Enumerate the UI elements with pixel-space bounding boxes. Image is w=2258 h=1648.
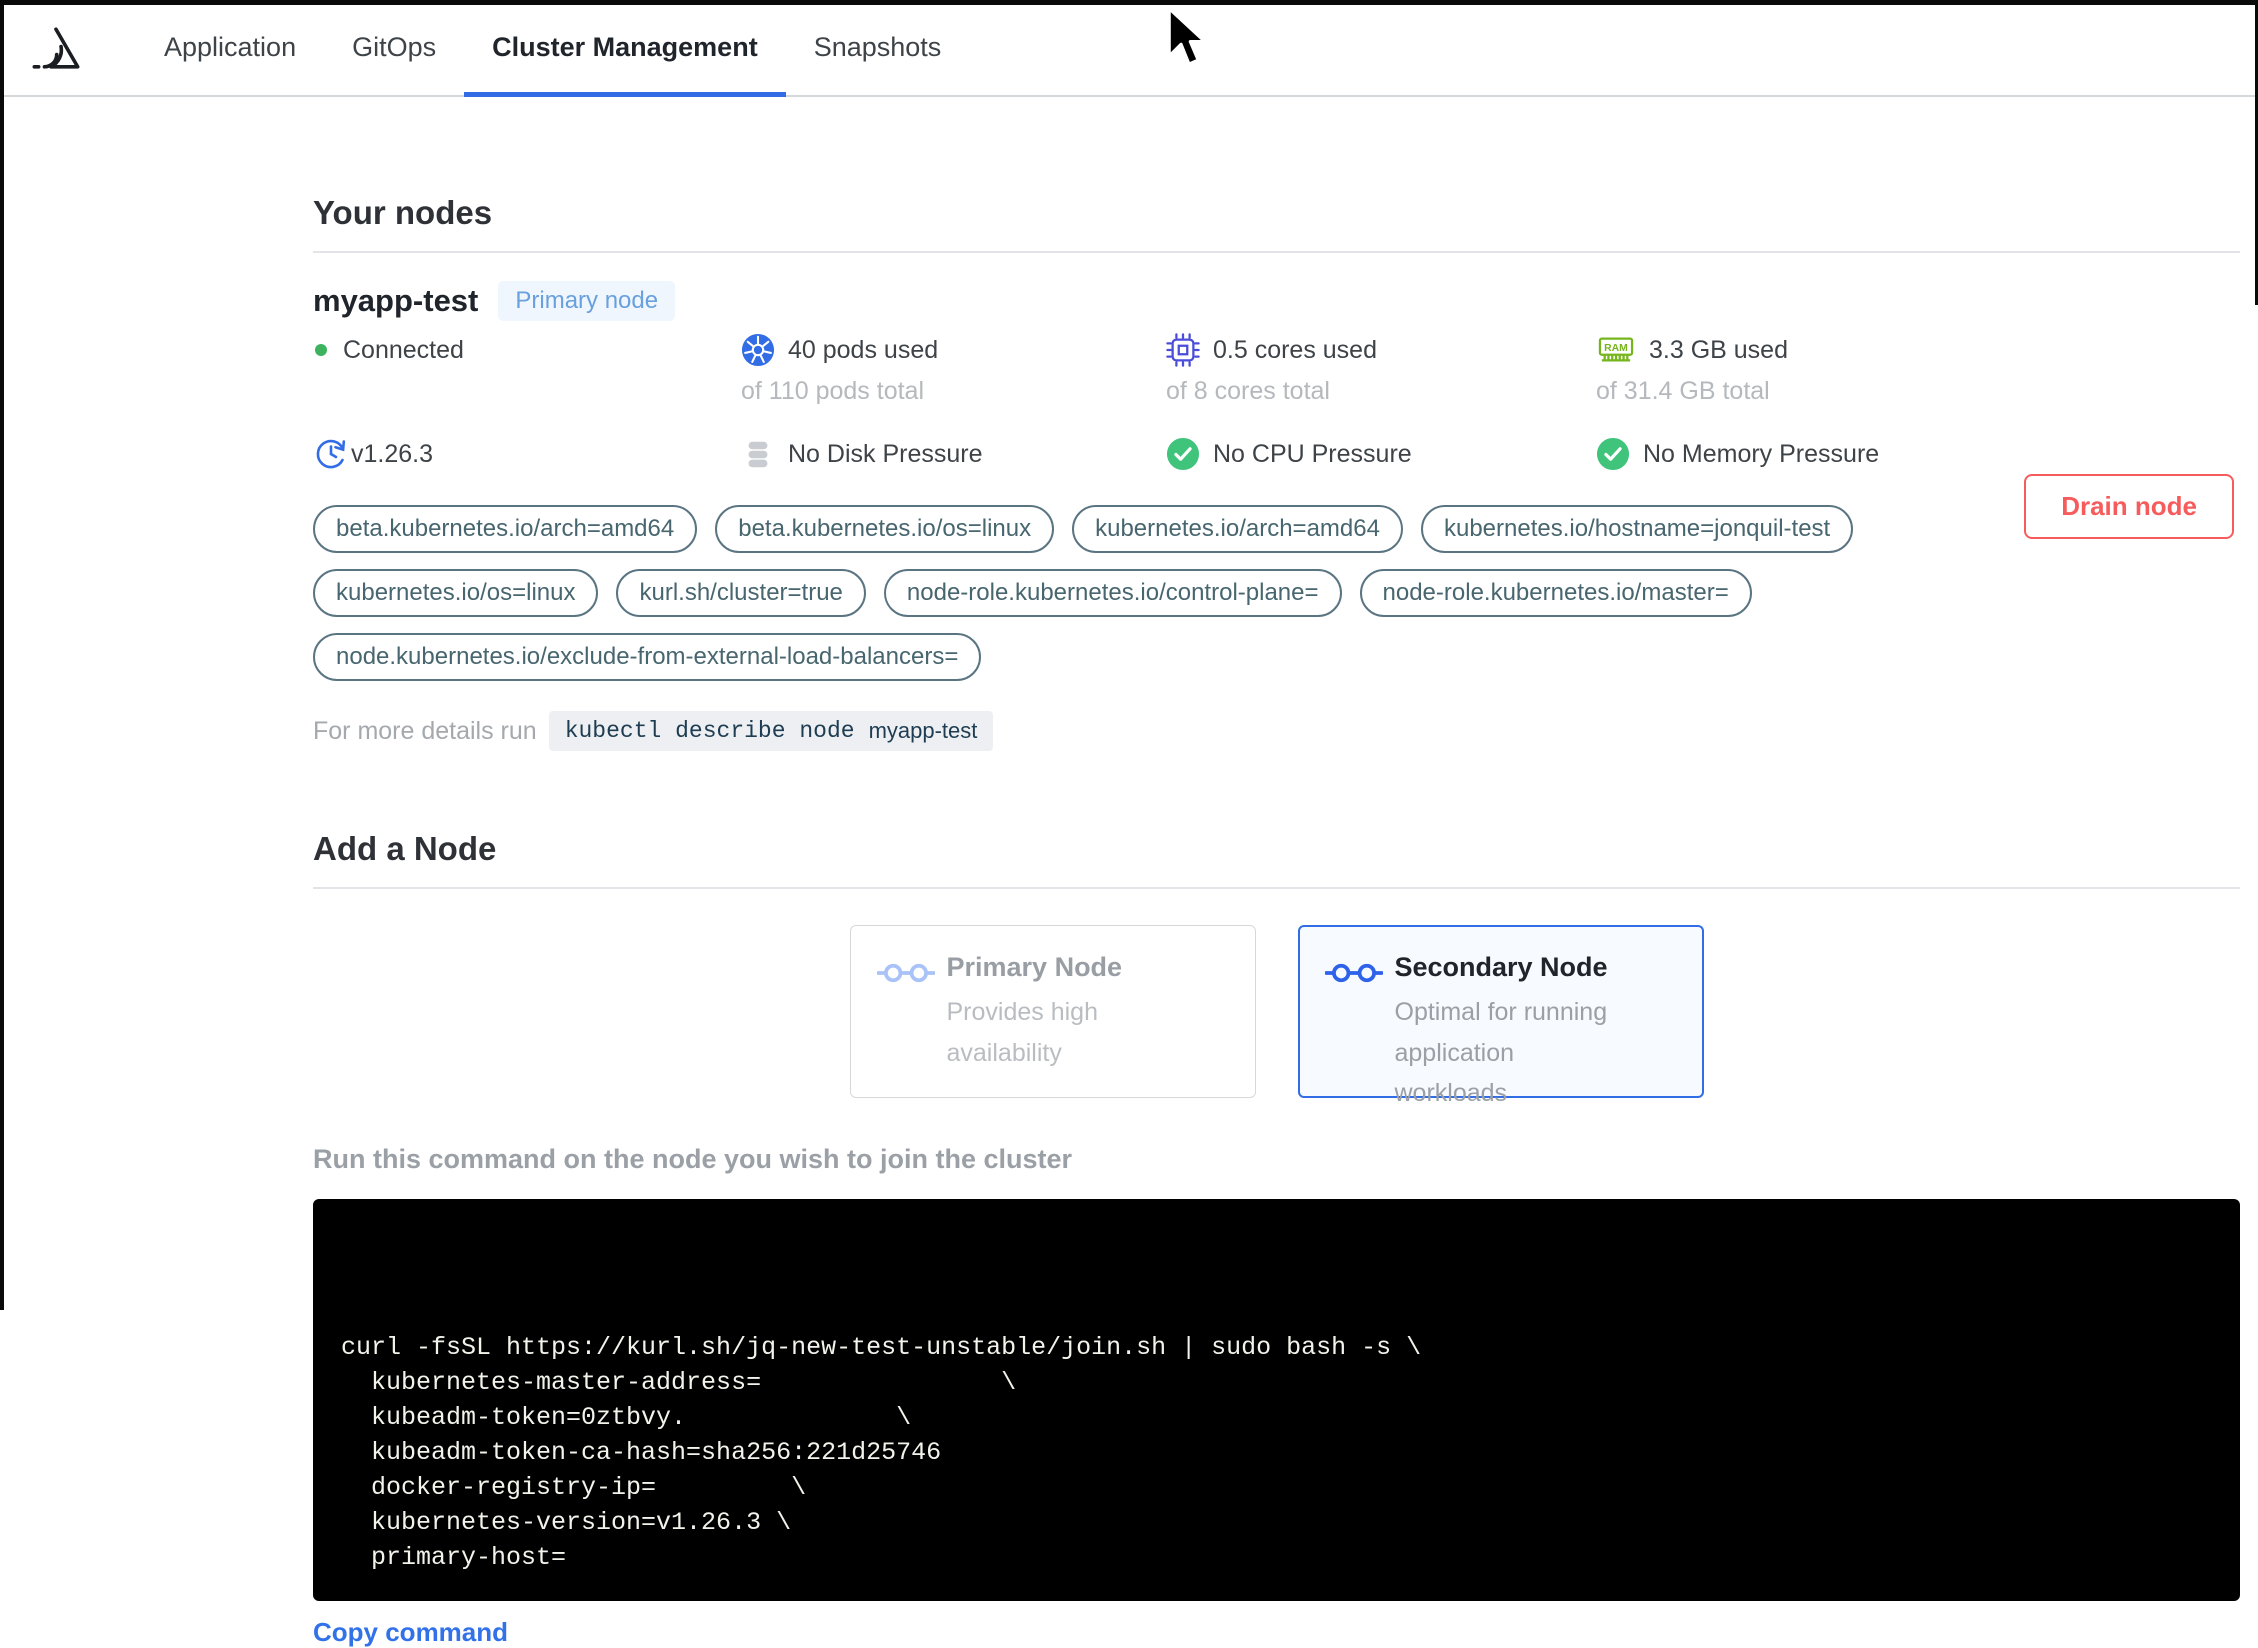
node-label-pill: beta.kubernetes.io/arch=amd64 [313,505,698,553]
cpu-icon [1166,333,1200,367]
node-name: myapp-test [313,283,479,318]
command-line: kubeadm-token-ca-hash=sha256:221d25746 [341,1438,942,1467]
window-edge-left [0,0,4,1310]
kubectl-command: kubectl describe node [564,718,855,744]
pods-total: of 110 pods total [741,376,925,405]
kubectl-node-name: myapp-test [868,718,978,743]
node-type-options: Primary Node Provides high availability … [313,925,2240,1107]
pods-used: 40 pods used [741,329,1166,371]
add-node-title: Add a Node [313,830,497,867]
join-command-block: curl -fsSL https://kurl.sh/jq-new-test-u… [313,1199,2240,1601]
ram-icon: RAM [1598,337,1634,362]
command-line: kubeadm-token=0ztbvy. \ [341,1403,912,1432]
mouse-cursor [1164,6,1214,77]
details-row: For more details run kubectl describe no… [313,709,2240,753]
nav-tab[interactable]: Snapshots [786,0,970,95]
kubectl-command-chip: kubectl describe node myapp-test [548,711,994,751]
cores-used: 0.5 cores used [1166,329,1596,371]
command-line: kubernetes-version=v1.26.3 \ [341,1508,792,1537]
memory-used-label: 3.3 GB used [1649,335,1788,364]
node-glasses-icon [1324,963,1383,983]
copy-command-link[interactable]: Copy command [313,1617,508,1648]
command-line: primary-host= [341,1543,567,1572]
card-title: Secondary Node [1394,952,1608,982]
node-label-pill: node.kubernetes.io/exclude-from-external… [313,633,982,681]
node-card: myapp-test Primary node Connected 40 pod… [313,253,2240,753]
nav-tabs: Application GitOps Cluster Management Snaps… [136,0,970,97]
cpu-pressure-label: No CPU Pressure [1213,439,1412,468]
command-line: curl -fsSL https://kurl.sh/jq-new-test-u… [341,1333,1422,1362]
nav-tab[interactable]: GitOps [324,0,464,95]
svg-text:RAM: RAM [1604,343,1628,354]
kubernetes-icon [741,333,775,367]
version-label: v1.26.3 [351,439,434,468]
card-description: Provides high availability [946,998,1098,1067]
node-label-pill: node-role.kubernetes.io/master= [1359,569,1752,617]
status-dot [315,344,327,356]
nav-tab[interactable]: Cluster Management [464,0,786,97]
node-version: v1.26.3 [313,431,741,477]
window-edge-top [0,0,2258,5]
node-label-pill: node-role.kubernetes.io/control-plane= [883,569,1342,617]
disk-pressure: No Disk Pressure [741,431,1166,477]
card-title: Primary Node [946,952,1123,982]
connected-status: Connected [313,329,741,371]
section-divider [313,887,2240,889]
node-label-pill: beta.kubernetes.io/os=linux [715,505,1055,553]
node-stats-grid: Connected 40 pods used 0.5 cores used RA… [313,329,2240,477]
primary-node-card[interactable]: Primary Node Provides high availability [849,925,1256,1098]
cpu-pressure: No CPU Pressure [1166,431,1596,477]
memory-pressure: No Memory Pressure [1596,431,2240,477]
top-nav: Application GitOps Cluster Management Snaps… [0,0,2258,97]
memory-used: RAM 3.3 GB used [1596,329,2240,371]
connected-label: Connected [343,335,464,364]
your-nodes-title: Your nodes [313,194,493,231]
version-icon [316,439,346,469]
drain-node-button[interactable]: Drain node [2024,474,2234,539]
check-icon [1596,437,1630,471]
command-line: docker-registry-ip= \ [341,1473,807,1502]
pods-used-label: 40 pods used [788,335,939,364]
node-label-pill: kurl.sh/cluster=true [616,569,866,617]
check-icon [1166,437,1200,471]
node-label-pill: kubernetes.io/os=linux [313,569,599,617]
empty-cell [313,371,741,411]
node-glasses-icon [876,963,935,983]
node-labels: beta.kubernetes.io/arch=amd64 beta.kubern… [313,505,2013,681]
secondary-node-card[interactable]: Secondary Node Optimal for running appli… [1297,925,1704,1107]
disk-pressure-label: No Disk Pressure [788,439,983,468]
memory-pressure-label: No Memory Pressure [1643,439,1880,468]
command-line: kubernetes-master-address= \ [341,1368,1017,1397]
app-logo-icon[interactable] [30,24,82,72]
details-text: For more details run [313,716,537,745]
join-command-instruction: Run this command on the node you wish to… [313,1144,1073,1174]
node-label-pill: kubernetes.io/arch=amd64 [1072,505,1403,553]
nav-tab[interactable]: Application [136,0,324,95]
primary-node-badge: Primary node [498,281,676,321]
cores-used-label: 0.5 cores used [1213,335,1377,364]
card-description: Optimal for running application workload… [1394,998,1608,1107]
cores-total: of 8 cores total [1166,376,1330,405]
disk-icon [748,441,768,468]
memory-total: of 31.4 GB total [1596,376,1770,405]
node-label-pill: kubernetes.io/hostname=jonquil-test [1420,505,1854,553]
